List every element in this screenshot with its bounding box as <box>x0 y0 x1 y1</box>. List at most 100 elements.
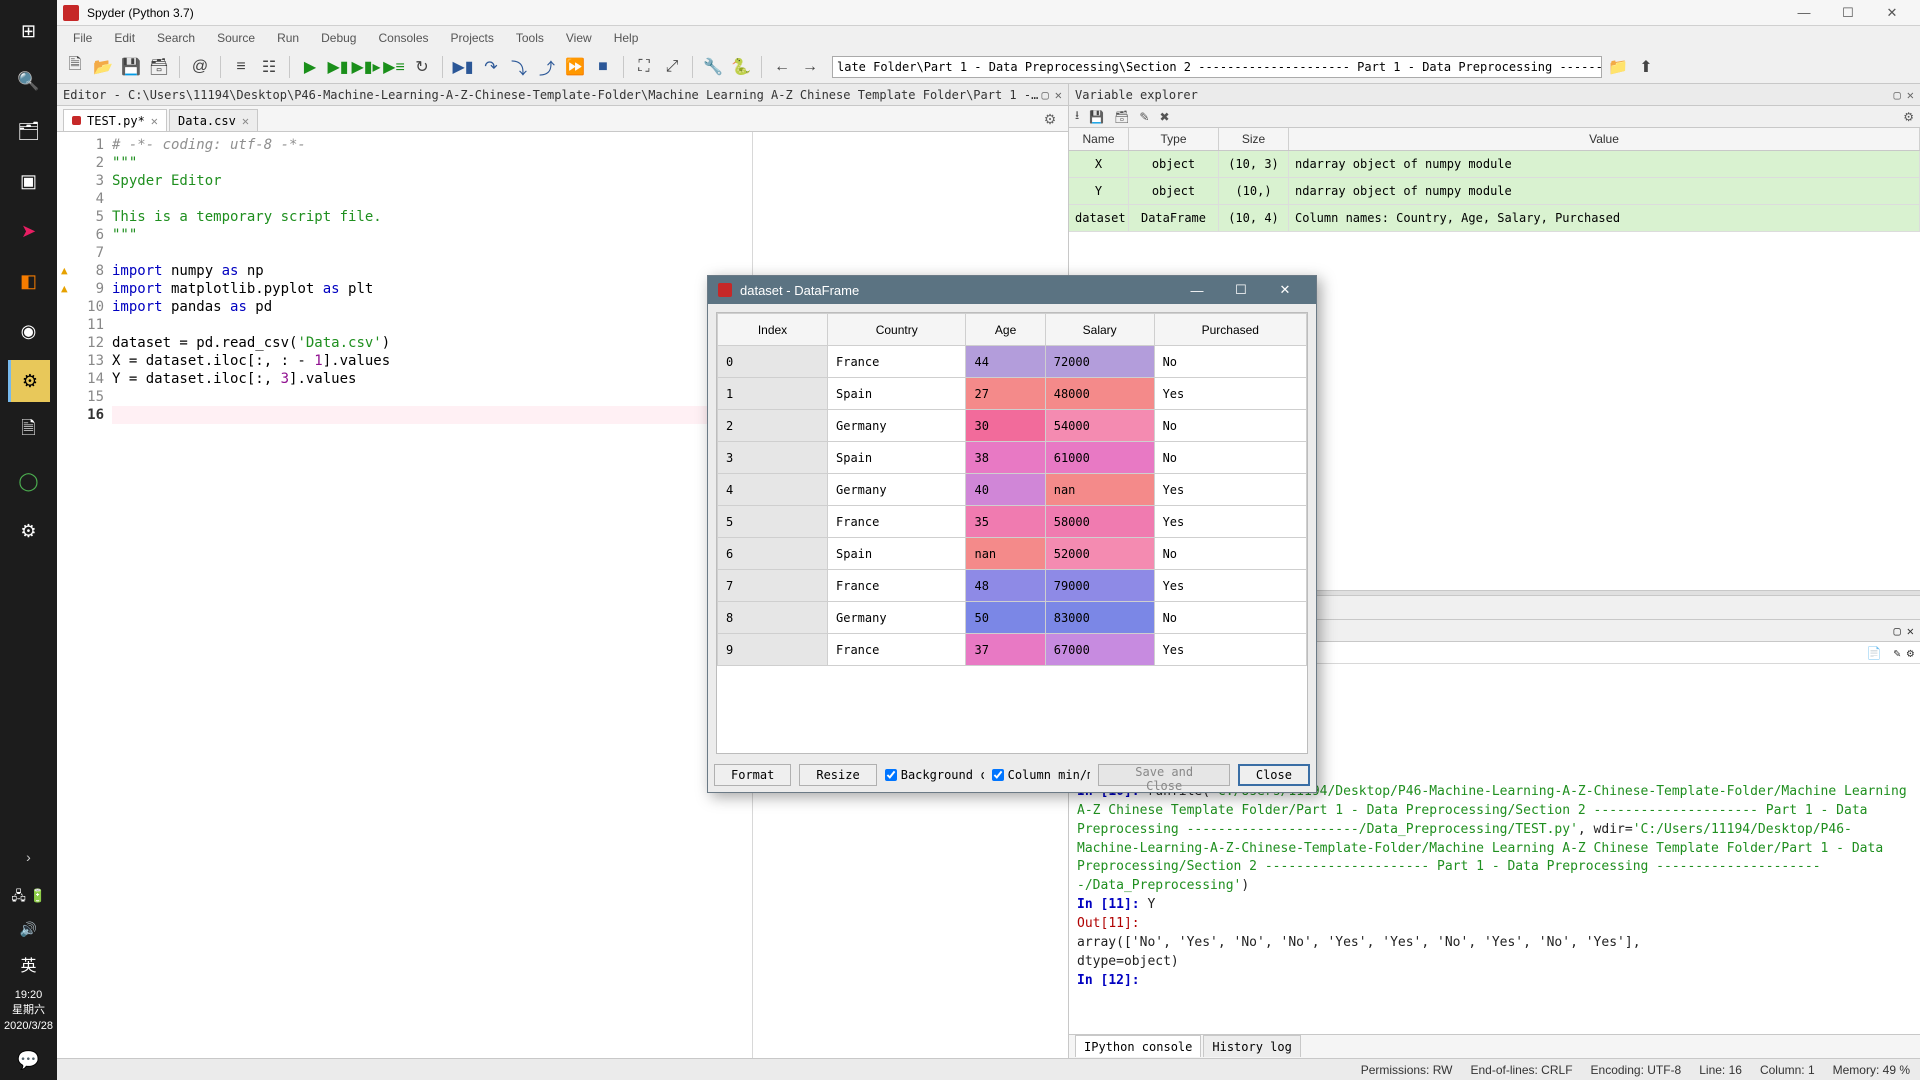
run-icon[interactable]: ▶ <box>298 55 322 79</box>
table-row[interactable]: 2Germany3054000No <box>718 410 1307 442</box>
ime-indicator[interactable]: 英 <box>8 950 50 978</box>
column-header[interactable]: Country <box>828 314 966 346</box>
dialog-titlebar[interactable]: dataset - DataFrame — ☐ ✕ <box>708 276 1316 304</box>
notifications-icon[interactable]: 💬 <box>8 1044 50 1076</box>
table-row[interactable]: 5France3558000Yes <box>718 506 1307 538</box>
resize-button[interactable]: Resize <box>799 764 876 786</box>
chrome-icon[interactable]: ◉ <box>8 310 50 352</box>
column-minmax-checkbox[interactable]: Column min/m <box>992 768 1091 782</box>
menu-tools[interactable]: Tools <box>506 28 554 48</box>
varexp-close-icon[interactable]: ✕ <box>1907 88 1914 102</box>
vm-icon[interactable]: ◧ <box>8 260 50 302</box>
console-edit-icon[interactable]: ✎ <box>1894 646 1901 660</box>
file-tab[interactable]: TEST.py*✕ <box>63 109 167 131</box>
save-all-icon[interactable]: 🗃 <box>147 55 171 79</box>
tab-ipython-console[interactable]: IPython console <box>1075 1035 1201 1057</box>
run-selection-icon[interactable]: ▶≡ <box>382 55 406 79</box>
chevron-right-icon[interactable]: › <box>8 836 50 878</box>
tray-network-icon[interactable]: 🖧 🔋 <box>8 886 50 910</box>
start-button[interactable]: ⊞ <box>8 10 50 52</box>
spyder-taskbar-icon[interactable]: ⚙ <box>8 360 50 402</box>
maximize-pane-icon[interactable]: ⛶ <box>632 55 656 79</box>
clear-vars-icon[interactable]: ✖ <box>1159 110 1169 124</box>
column-header[interactable]: Age <box>966 314 1045 346</box>
variable-row[interactable]: Yobject(10,)ndarray object of numpy modu… <box>1069 178 1920 205</box>
varexp-options-icon[interactable]: ⚙ <box>1903 110 1914 124</box>
save-as-icon[interactable]: 🗃 <box>1114 110 1129 124</box>
console-close-icon[interactable]: ✕ <box>1907 624 1914 638</box>
variable-row[interactable]: Xobject(10, 3)ndarray object of numpy mo… <box>1069 151 1920 178</box>
nav-back-icon[interactable]: ← <box>770 55 794 79</box>
working-dir-combo[interactable]: late Folder\Part 1 - Data Preprocessing\… <box>832 56 1602 78</box>
table-row[interactable]: 1Spain2748000Yes <box>718 378 1307 410</box>
sync-icon[interactable]: ◯ <box>8 460 50 502</box>
new-file-icon[interactable]: 🗎 <box>63 55 87 79</box>
editor-settings-icon[interactable]: ⚙ <box>1038 107 1062 131</box>
stop-debug-icon[interactable]: ■ <box>591 55 615 79</box>
dialog-maximize-button[interactable]: ☐ <box>1220 276 1262 304</box>
list-icon[interactable]: ≡ <box>229 55 253 79</box>
debug-icon[interactable]: ▶▮ <box>451 55 475 79</box>
background-color-checkbox[interactable]: Background c <box>885 768 984 782</box>
varexp-undock-icon[interactable]: ▢ <box>1894 88 1901 102</box>
console-options-icon[interactable]: ⚙ <box>1907 646 1914 660</box>
save-data-icon[interactable]: 💾 <box>1089 110 1104 124</box>
column-header[interactable]: Index <box>718 314 828 346</box>
dataframe-table[interactable]: IndexCountryAgeSalaryPurchased 0France44… <box>717 313 1307 666</box>
variable-explorer-table[interactable]: Name Type Size Value Xobject(10, 3)ndarr… <box>1069 128 1920 232</box>
table-row[interactable]: 0France4472000No <box>718 346 1307 378</box>
tray-volume-icon[interactable]: 🔊 <box>8 918 50 942</box>
nav-forward-icon[interactable]: → <box>798 55 822 79</box>
notes-icon[interactable]: 🗎 <box>8 410 50 452</box>
menu-edit[interactable]: Edit <box>104 28 145 48</box>
parent-dir-icon[interactable]: ⬆ <box>1634 55 1658 79</box>
table-row[interactable]: 7France4879000Yes <box>718 570 1307 602</box>
console-stop-icon[interactable]: 📄 <box>1867 646 1882 660</box>
continue-icon[interactable]: ⏩ <box>563 55 587 79</box>
search-icon[interactable]: 🔍 <box>8 60 50 102</box>
at-icon[interactable]: @ <box>188 55 212 79</box>
table-row[interactable]: 4Germany40nanYes <box>718 474 1307 506</box>
column-header[interactable]: Purchased <box>1154 314 1306 346</box>
python-path-icon[interactable]: 🐍 <box>729 55 753 79</box>
preferences-icon[interactable]: 🔧 <box>701 55 725 79</box>
tree-icon[interactable]: ☷ <box>257 55 281 79</box>
refresh-vars-icon[interactable]: ✎ <box>1139 110 1149 124</box>
save-icon[interactable]: 💾 <box>119 55 143 79</box>
variable-row[interactable]: datasetDataFrame(10, 4)Column names: Cou… <box>1069 205 1920 232</box>
cursor-icon[interactable]: ➤ <box>8 210 50 252</box>
step-out-icon[interactable]: ⤴ <box>535 55 559 79</box>
fullscreen-icon[interactable]: ⤢ <box>660 55 684 79</box>
table-row[interactable]: 9France3767000Yes <box>718 634 1307 666</box>
browse-dir-icon[interactable]: 📁 <box>1606 55 1630 79</box>
step-into-icon[interactable]: ⤵ <box>507 55 531 79</box>
editor-options-icon[interactable]: ▢ <box>1042 88 1049 102</box>
table-row[interactable]: 3Spain3861000No <box>718 442 1307 474</box>
menu-help[interactable]: Help <box>604 28 649 48</box>
maximize-button[interactable]: ☐ <box>1826 0 1870 26</box>
minimize-button[interactable]: — <box>1782 0 1826 26</box>
menu-projects[interactable]: Projects <box>441 28 504 48</box>
close-dialog-button[interactable]: Close <box>1238 764 1310 786</box>
dialog-close-button[interactable]: ✕ <box>1264 276 1306 304</box>
menu-search[interactable]: Search <box>147 28 205 48</box>
menu-file[interactable]: File <box>63 28 102 48</box>
run-cell-advance-icon[interactable]: ▶▮▸ <box>354 55 378 79</box>
table-row[interactable]: 8Germany5083000No <box>718 602 1307 634</box>
tab-history-log[interactable]: History log <box>1203 1035 1300 1057</box>
open-file-icon[interactable]: 📂 <box>91 55 115 79</box>
dialog-minimize-button[interactable]: — <box>1176 276 1218 304</box>
file-tab[interactable]: Data.csv✕ <box>169 109 258 131</box>
import-icon[interactable]: ⭳ <box>1075 106 1079 127</box>
terminal-icon[interactable]: ▣ <box>8 160 50 202</box>
close-tab-icon[interactable]: ✕ <box>151 114 158 128</box>
menu-source[interactable]: Source <box>207 28 265 48</box>
step-over-icon[interactable]: ↷ <box>479 55 503 79</box>
editor-close-icon[interactable]: ✕ <box>1055 88 1062 102</box>
settings-gear-icon[interactable]: ⚙ <box>8 510 50 552</box>
file-explorer-icon[interactable]: 🗂 <box>8 110 50 152</box>
table-row[interactable]: 6Spainnan52000No <box>718 538 1307 570</box>
menu-view[interactable]: View <box>556 28 602 48</box>
menu-run[interactable]: Run <box>267 28 309 48</box>
rerun-icon[interactable]: ↻ <box>410 55 434 79</box>
